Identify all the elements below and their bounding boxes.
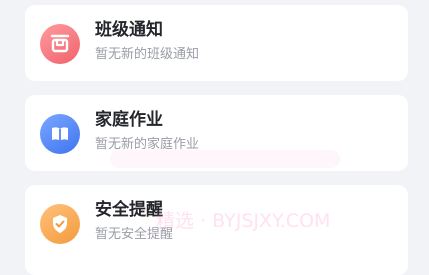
card-class-notice[interactable]: 班级通知 暂无新的班级通知 — [25, 5, 408, 81]
class-notice-icon — [40, 24, 80, 64]
shield-check-icon — [40, 204, 80, 244]
card-title: 安全提醒 — [95, 200, 163, 220]
card-title: 家庭作业 — [95, 110, 163, 130]
book-icon — [40, 114, 80, 154]
card-subtitle: 暂无新的家庭作业 — [95, 137, 200, 152]
card-safety-reminder[interactable]: 安全提醒 暂无安全提醒 — [25, 185, 408, 275]
card-homework[interactable]: 家庭作业 暂无新的家庭作业 — [25, 95, 408, 171]
card-title: 班级通知 — [95, 20, 163, 40]
card-subtitle: 暂无安全提醒 — [95, 227, 174, 242]
card-subtitle: 暂无新的班级通知 — [95, 47, 200, 62]
